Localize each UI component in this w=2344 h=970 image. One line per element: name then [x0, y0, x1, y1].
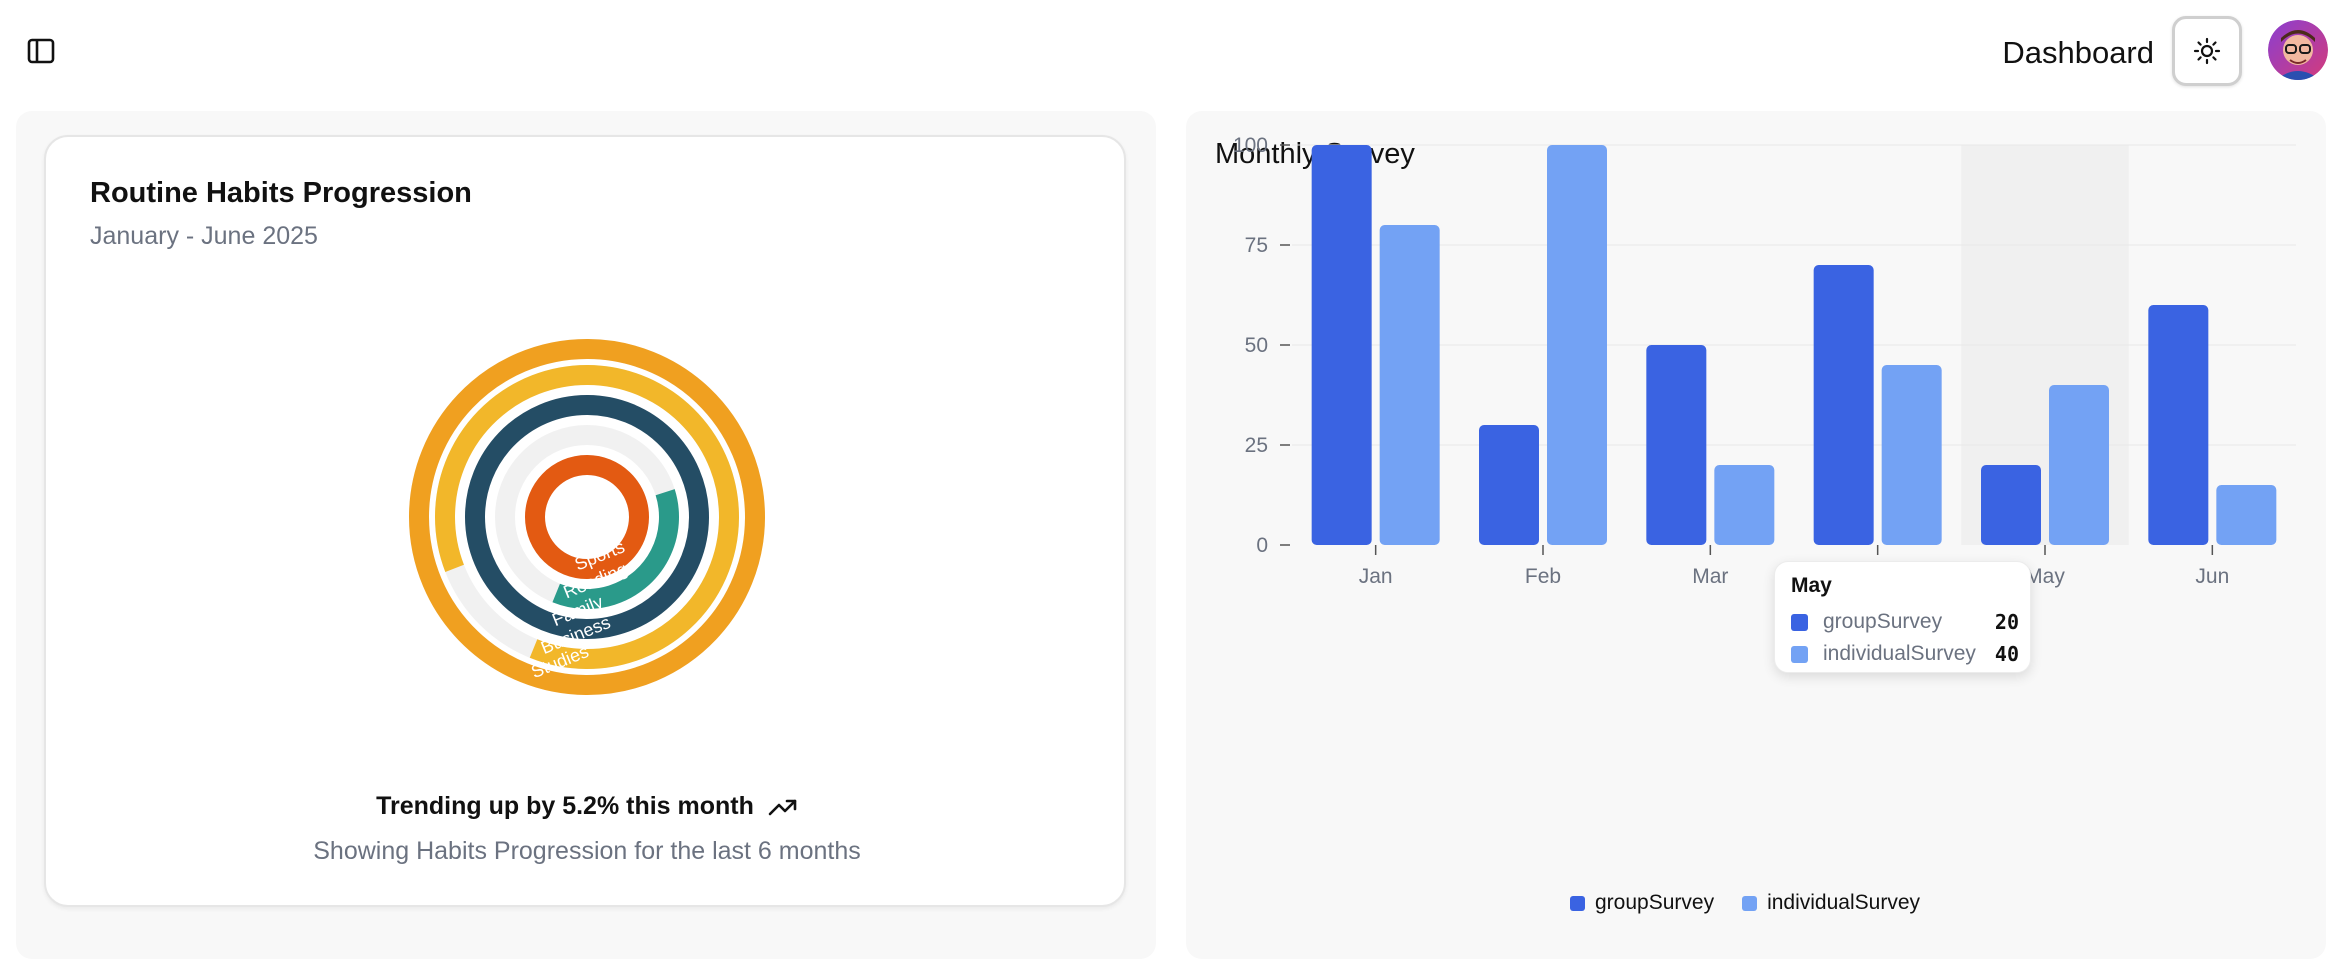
bar-individualSurvey-Mar[interactable]: [1714, 465, 1775, 545]
radial-habits-chart: SportsReadingFamilyBusinessStudies: [403, 337, 770, 701]
sidebar-toggle-button[interactable]: [22, 34, 60, 68]
y-tick-label: 50: [1245, 334, 1268, 357]
y-tick-label: 25: [1245, 434, 1268, 457]
trend-line: Trending up by 5.2% this month: [46, 792, 1128, 821]
user-avatar[interactable]: [2268, 20, 2328, 80]
sidebar-panel-icon: [27, 38, 55, 64]
trend-text: Trending up by 5.2% this month: [376, 792, 754, 820]
chart-tooltip: May groupSurvey 20 individualSurvey 40: [1774, 561, 2031, 673]
bar-groupSurvey-Jan[interactable]: [1311, 145, 1372, 545]
x-tick-label: Feb: [1525, 565, 1561, 588]
bar-individualSurvey-Jan[interactable]: [1379, 225, 1440, 545]
bar-groupSurvey-Jun[interactable]: [2148, 305, 2209, 545]
monthly-survey-bar-chart: 0255075100JanFebMarAprMayJun: [1233, 134, 2296, 588]
trending-up-icon: [768, 799, 797, 815]
tooltip-title: May: [1791, 574, 1832, 597]
bar-groupSurvey-Apr[interactable]: [1813, 265, 1874, 545]
tooltip-label: individualSurvey: [1823, 642, 1976, 665]
x-tick-label: Jun: [2195, 565, 2229, 588]
chart-legend: groupSurvey individualSurvey: [1570, 891, 1920, 915]
legend-item-group[interactable]: groupSurvey: [1570, 891, 1714, 915]
top-bar: Dashboard: [0, 0, 2344, 104]
bar-individualSurvey-Feb[interactable]: [1547, 145, 1607, 545]
x-tick-label: May: [2025, 565, 2065, 588]
legend-label: individualSurvey: [1767, 891, 1920, 914]
ring-business[interactable]: [403, 337, 770, 701]
legend-swatch: [1742, 895, 1758, 911]
tooltip-value: 20: [1994, 610, 2019, 634]
bar-groupSurvey-May[interactable]: [1981, 465, 2041, 545]
habits-card: Routine Habits Progression January - Jun…: [44, 135, 1126, 907]
y-tick-label: 100: [1233, 134, 1268, 157]
bar-individualSurvey-May[interactable]: [2049, 385, 2109, 545]
legend-item-individual[interactable]: individualSurvey: [1742, 891, 1920, 915]
theme-toggle-button[interactable]: [2172, 16, 2242, 86]
legend-swatch: [1570, 895, 1585, 911]
y-tick-label: 0: [1256, 534, 1268, 557]
bar-groupSurvey-Mar[interactable]: [1646, 345, 1707, 545]
page-title: Dashboard: [2002, 35, 2154, 70]
bar-individualSurvey-Apr[interactable]: [1881, 365, 1942, 545]
habits-card-title: Routine Habits Progression: [90, 177, 472, 209]
tooltip-label: groupSurvey: [1823, 610, 1943, 633]
tooltip-swatch: [1791, 645, 1808, 663]
tooltip-value: 40: [1994, 642, 2019, 666]
tooltip-row-individual: individualSurvey 40: [1791, 642, 2019, 666]
tooltip-swatch: [1791, 613, 1808, 631]
legend-label: groupSurvey: [1595, 891, 1715, 914]
avatar-icon: [2268, 20, 2328, 80]
habits-card-subtitle: January - June 2025: [90, 222, 318, 250]
y-tick-label: 75: [1245, 234, 1268, 257]
tooltip-row-group: groupSurvey 20: [1791, 610, 2019, 634]
bar-groupSurvey-Feb[interactable]: [1479, 425, 1539, 545]
bar-individualSurvey-Jun[interactable]: [2216, 485, 2277, 545]
x-tick-label: Jan: [1359, 565, 1393, 588]
habits-footer: Showing Habits Progression for the last …: [313, 837, 861, 865]
sun-icon: [2193, 37, 2221, 65]
x-tick-label: Mar: [1692, 565, 1728, 588]
